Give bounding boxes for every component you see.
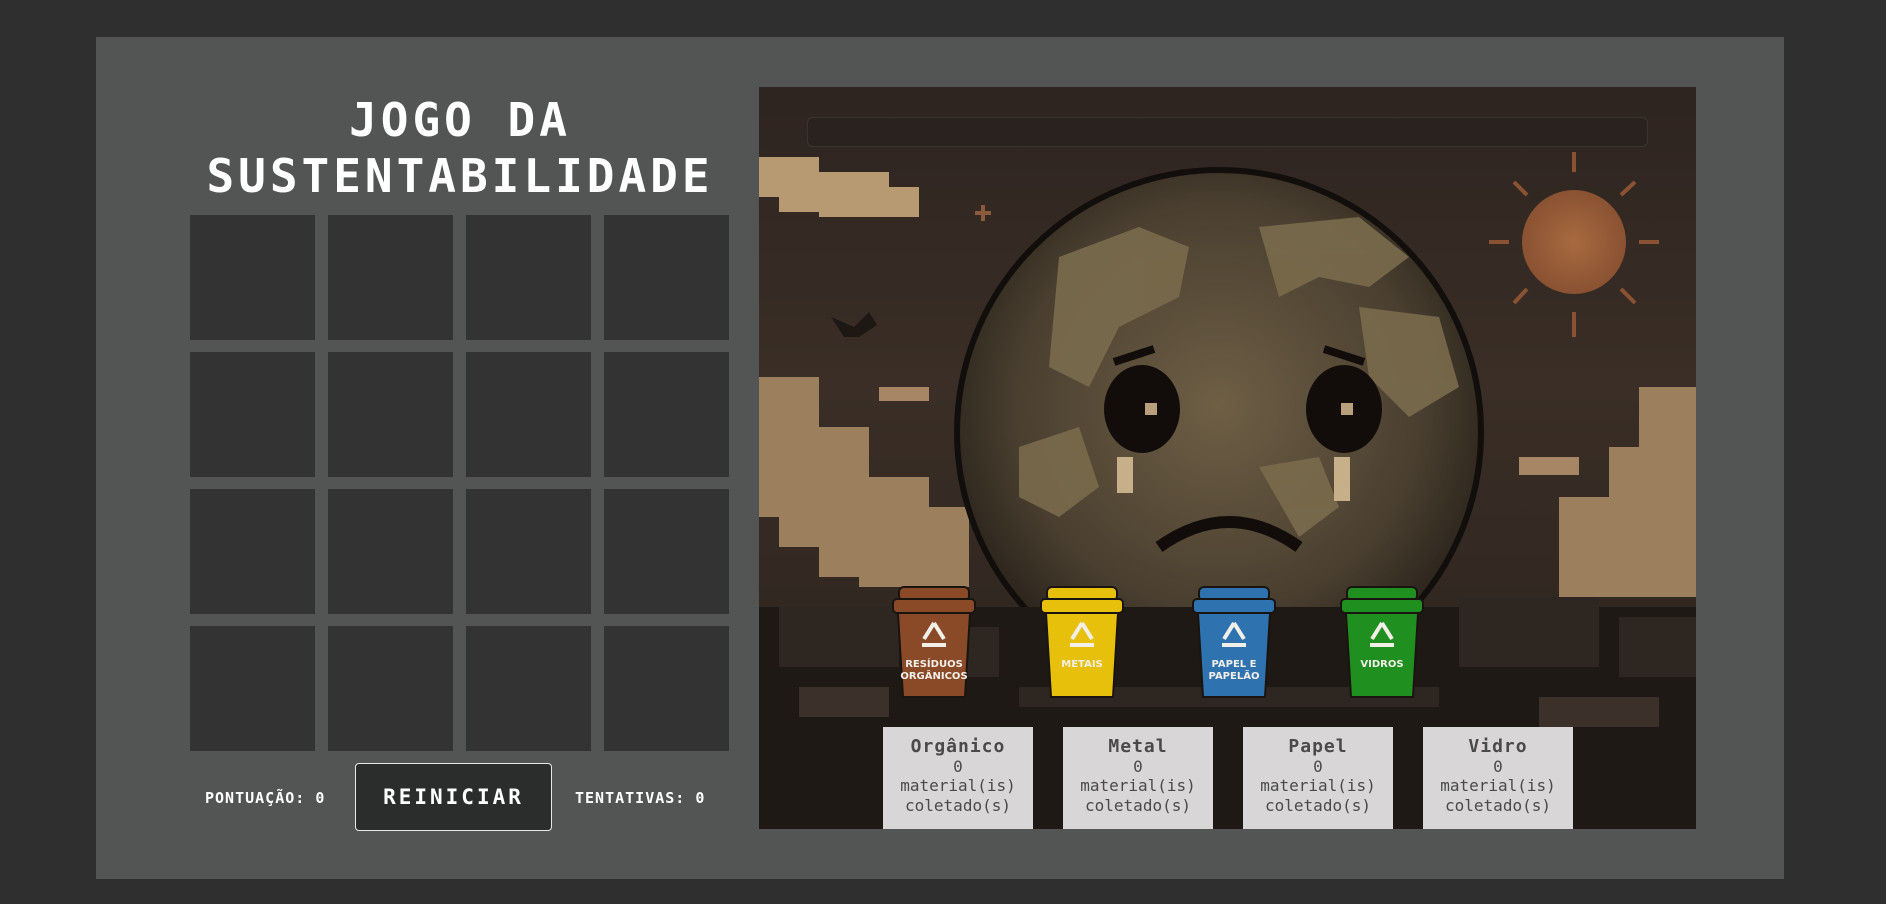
memory-card[interactable]	[190, 489, 315, 614]
title-line-2: SUSTENTABILIDADE	[206, 149, 714, 203]
counter-value: 0	[1313, 757, 1323, 776]
bird-icon	[831, 312, 877, 337]
memory-card[interactable]	[466, 626, 591, 751]
memory-card[interactable]	[328, 489, 453, 614]
counter-name: Vidro	[1468, 736, 1528, 757]
memory-card[interactable]	[328, 626, 453, 751]
scene-background	[759, 152, 1696, 829]
game-title: JOGO DA SUSTENTABILIDADE	[190, 92, 730, 204]
bin-label-line-1: RESÍDUOS	[905, 657, 963, 670]
bin-label-line-1: PAPEL E	[1212, 659, 1257, 670]
counter-name: Metal	[1108, 736, 1168, 757]
counter-desc-2: coletado(s)	[1445, 796, 1551, 815]
counter-glass: Vidro 0 material(is) coletado(s)	[1423, 727, 1573, 829]
recycling-bin-organic[interactable]: RESÍDUOSORGÂNICOS	[889, 579, 979, 704]
progress-bar	[807, 117, 1648, 147]
counter-name: Orgânico	[910, 736, 1006, 757]
counter-desc-2: coletado(s)	[905, 796, 1011, 815]
memory-card[interactable]	[328, 352, 453, 477]
counter-organic: Orgânico 0 material(is) coletado(s)	[883, 727, 1033, 829]
counter-value: 0	[1133, 757, 1143, 776]
recycling-bin-paper[interactable]: PAPEL EPAPELÃO	[1189, 579, 1279, 704]
cloud-right	[1559, 387, 1696, 597]
recycling-bin-metal[interactable]: METAIS	[1037, 579, 1127, 704]
title-line-1: JOGO DA	[349, 93, 571, 147]
game-scene: RESÍDUOS ORGÂNICOS Orgânico 0 material(is) co…	[759, 87, 1696, 829]
cloud-left	[759, 157, 919, 217]
cloud-bottom-left	[759, 377, 969, 587]
counter-desc-1: material(is)	[900, 776, 1016, 795]
memory-card[interactable]	[604, 489, 729, 614]
memory-card[interactable]	[604, 352, 729, 477]
memory-card[interactable]	[604, 215, 729, 340]
memory-card[interactable]	[328, 215, 453, 340]
bin-label-line-1: METAIS	[1061, 659, 1103, 670]
counter-metal: Metal 0 material(is) coletado(s)	[1063, 727, 1213, 829]
counter-name: Papel	[1288, 736, 1348, 757]
card-board	[190, 215, 729, 752]
memory-card[interactable]	[604, 626, 729, 751]
counter-desc-2: coletado(s)	[1085, 796, 1191, 815]
memory-card[interactable]	[466, 215, 591, 340]
counter-desc-1: material(is)	[1080, 776, 1196, 795]
counter-desc-1: material(is)	[1260, 776, 1376, 795]
attempts-label: TENTATIVAS: 0	[575, 789, 706, 807]
counter-value: 0	[953, 757, 963, 776]
memory-card[interactable]	[190, 352, 315, 477]
counter-desc-1: material(is)	[1440, 776, 1556, 795]
memory-card[interactable]	[190, 626, 315, 751]
recycling-bin-glass[interactable]: VIDROS	[1337, 579, 1427, 704]
restart-button[interactable]: REINICIAR	[355, 763, 552, 831]
counter-value: 0	[1493, 757, 1503, 776]
memory-card[interactable]	[190, 215, 315, 340]
sun-icon	[1489, 152, 1659, 337]
score-label: PONTUAÇÃO: 0	[205, 789, 326, 807]
bin-label-line-1: VIDROS	[1360, 659, 1403, 670]
memory-card[interactable]	[466, 489, 591, 614]
bin-label-line-2: PAPELÃO	[1209, 669, 1260, 682]
counter-desc-2: coletado(s)	[1265, 796, 1371, 815]
memory-card[interactable]	[466, 352, 591, 477]
counter-paper: Papel 0 material(is) coletado(s)	[1243, 727, 1393, 829]
bin-label-line-2: ORGÂNICOS	[900, 669, 967, 682]
